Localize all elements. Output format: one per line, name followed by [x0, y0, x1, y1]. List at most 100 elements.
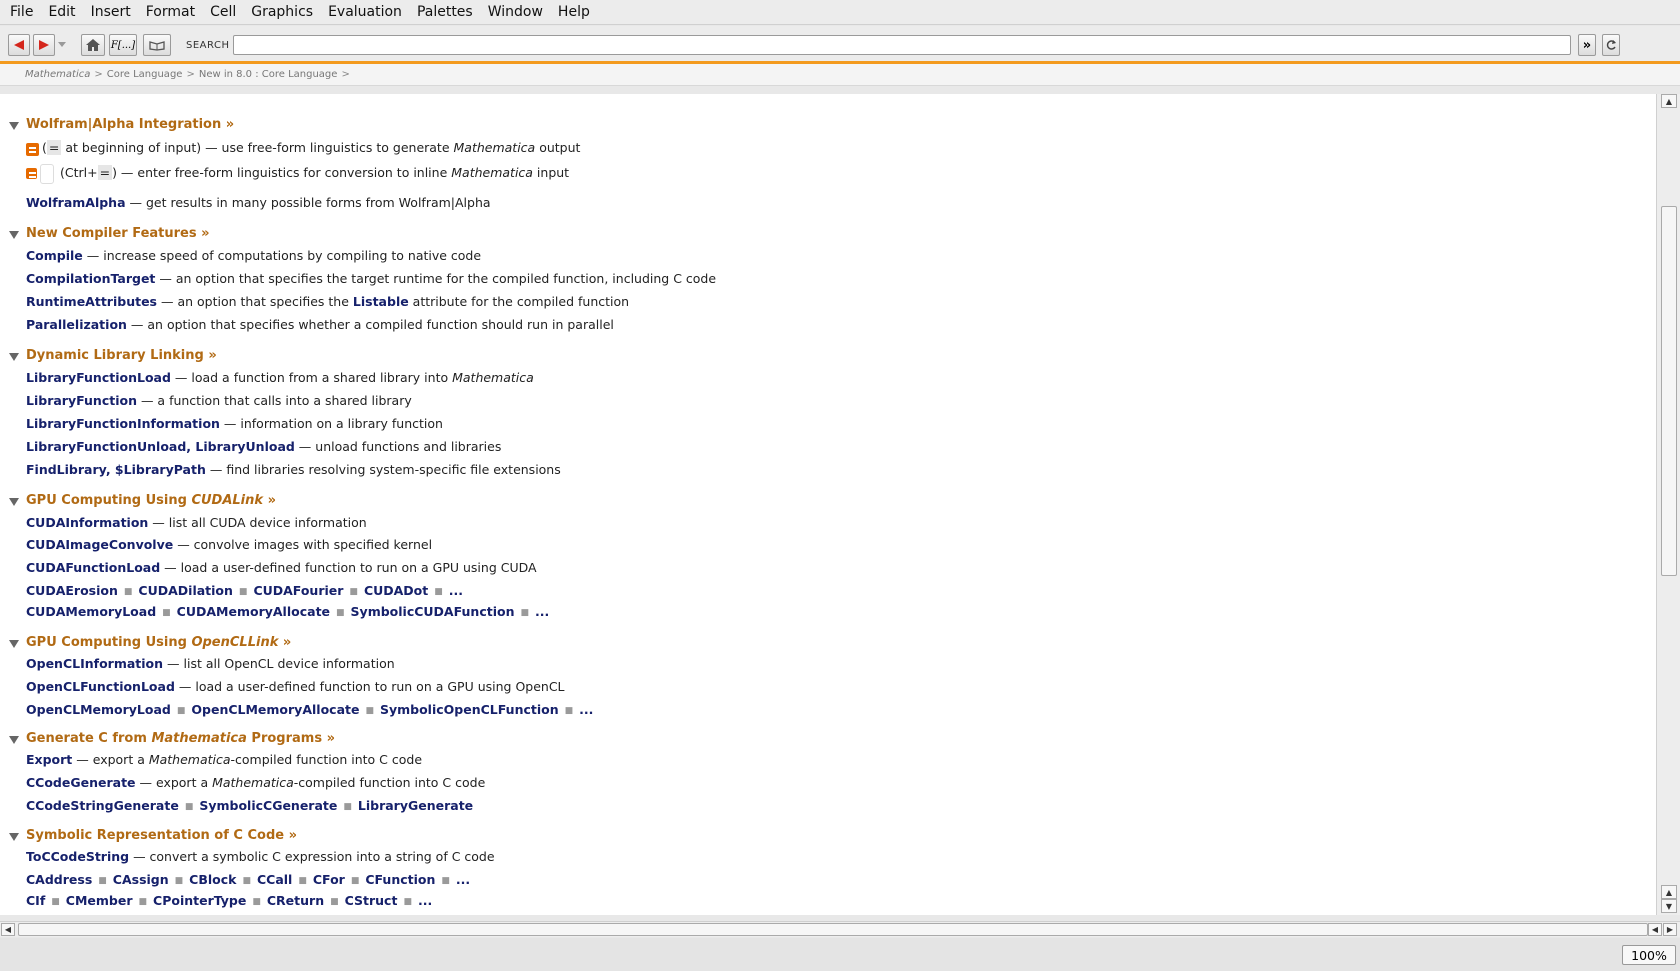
link-symboliccgenerate[interactable]: SymbolicCGenerate	[199, 798, 337, 813]
link-cudadilation[interactable]: CUDADilation	[138, 583, 233, 598]
link-symbolicopenclfunction[interactable]: SymbolicOpenCLFunction	[380, 702, 559, 717]
function-navigator-button[interactable]: F[...]	[109, 34, 137, 56]
menu-cell[interactable]: Cell	[204, 4, 242, 20]
breadcrumb-mathematica[interactable]: Mathematica	[25, 69, 90, 80]
scroll-down-icon[interactable]: ▼	[1661, 899, 1677, 913]
section-toggle-icon[interactable]	[9, 498, 19, 506]
link-creturn[interactable]: CReturn	[267, 893, 324, 908]
section-toggle-icon[interactable]	[9, 231, 19, 239]
link-cassign[interactable]: CAssign	[113, 872, 169, 887]
horizontal-scroll-thumb[interactable]	[18, 923, 1648, 936]
link-cfunction[interactable]: CFunction	[365, 872, 435, 887]
section-toggle-icon[interactable]	[9, 353, 19, 361]
link-openclinformation[interactable]: OpenCLInformation	[26, 656, 163, 671]
menu-graphics[interactable]: Graphics	[245, 4, 319, 20]
vertical-scroll-thumb[interactable]	[1661, 206, 1677, 576]
menu-format[interactable]: Format	[140, 4, 201, 20]
wa-line-3: WolframAlpha — get results in many possi…	[26, 195, 491, 210]
link-cudadot[interactable]: CUDADot	[364, 583, 428, 598]
forward-button[interactable]	[33, 34, 55, 56]
link-openclmemoryload[interactable]: OpenCLMemoryLoad	[26, 702, 171, 717]
link-cpointertype[interactable]: CPointerType	[153, 893, 246, 908]
link-compile[interactable]: Compile	[26, 248, 83, 263]
section-toggle-icon[interactable]	[9, 122, 19, 130]
scroll-up-icon[interactable]: ▲	[1661, 885, 1677, 899]
link-cudaerosion[interactable]: CUDAErosion	[26, 583, 118, 598]
link-cudafourier[interactable]: CUDAFourier	[253, 583, 343, 598]
search-go-button[interactable]: »	[1578, 34, 1596, 56]
section-symbolic-c[interactable]: Symbolic Representation of C Code »	[26, 828, 297, 843]
section-generate-c[interactable]: Generate C from Mathematica Programs »	[26, 731, 335, 746]
link-runtimeattributes[interactable]: RuntimeAttributes	[26, 294, 157, 309]
link-libraryfunctioninformation[interactable]: LibraryFunctionInformation	[26, 416, 220, 431]
link-toccodestring[interactable]: ToCCodeString	[26, 849, 129, 864]
link-cudafunctionload[interactable]: CUDAFunctionLoad	[26, 560, 160, 575]
menu-insert[interactable]: Insert	[85, 4, 137, 20]
section-toggle-icon[interactable]	[9, 736, 19, 744]
refresh-button[interactable]	[1602, 34, 1620, 56]
list-item: CUDAInformation — list all CUDA device i…	[26, 515, 367, 530]
section-cuda[interactable]: GPU Computing Using CUDALink »	[26, 493, 276, 508]
section-toggle-icon[interactable]	[9, 833, 19, 841]
more-link[interactable]: ...	[449, 583, 463, 598]
menu-palettes[interactable]: Palettes	[411, 4, 479, 20]
vertical-scrollbar[interactable]: ▲ ▲ ▼	[1656, 94, 1680, 915]
section-toggle-icon[interactable]	[9, 640, 19, 648]
section-dynamic-library[interactable]: Dynamic Library Linking »	[26, 348, 217, 363]
section-wolfram-alpha[interactable]: Wolfram|Alpha Integration »	[26, 117, 234, 132]
scroll-right-icon[interactable]: ▶	[1663, 923, 1677, 936]
home-button[interactable]	[81, 34, 105, 56]
link-libraryfunctionunload[interactable]: LibraryFunctionUnload	[26, 439, 186, 454]
more-link[interactable]: ...	[535, 604, 549, 619]
link-cudaimageconvolve[interactable]: CUDAImageConvolve	[26, 537, 173, 552]
section-opencl[interactable]: GPU Computing Using OpenCLLink »	[26, 635, 291, 650]
link-wolframalpha[interactable]: WolframAlpha	[26, 195, 126, 210]
link-libraryfunction[interactable]: LibraryFunction	[26, 393, 137, 408]
menu-edit[interactable]: Edit	[42, 4, 81, 20]
more-link[interactable]: ...	[418, 893, 432, 908]
link-cstruct[interactable]: CStruct	[345, 893, 398, 908]
link-parallelization[interactable]: Parallelization	[26, 317, 127, 332]
section-compiler[interactable]: New Compiler Features »	[26, 226, 210, 241]
link-cudainformation[interactable]: CUDAInformation	[26, 515, 148, 530]
scroll-left-icon[interactable]: ◀	[1, 923, 15, 936]
link-openclmemoryallocate[interactable]: OpenCLMemoryAllocate	[191, 702, 359, 717]
scroll-up-icon[interactable]: ▲	[1661, 94, 1677, 108]
link-export[interactable]: Export	[26, 752, 72, 767]
link-openclfunctionload[interactable]: OpenCLFunctionLoad	[26, 679, 175, 694]
guide-button[interactable]	[143, 34, 171, 56]
link-cmember[interactable]: CMember	[66, 893, 133, 908]
link-findlibrary[interactable]: FindLibrary	[26, 462, 106, 477]
breadcrumb-core-language[interactable]: Core Language	[107, 69, 183, 80]
menu-evaluation[interactable]: Evaluation	[322, 4, 408, 20]
link-cudamemoryallocate[interactable]: CUDAMemoryAllocate	[177, 604, 330, 619]
link-cfor[interactable]: CFor	[313, 872, 345, 887]
breadcrumb-new-in-8[interactable]: New in 8.0 : Core Language	[199, 69, 338, 80]
link-caddress[interactable]: CAddress	[26, 872, 92, 887]
menu-file[interactable]: File	[4, 4, 39, 20]
menu-help[interactable]: Help	[552, 4, 596, 20]
link-librarypath[interactable]: $LibraryPath	[115, 462, 206, 477]
link-cblock[interactable]: CBlock	[189, 872, 236, 887]
horizontal-scrollbar[interactable]: ◀ ◀ ▶	[0, 921, 1680, 937]
link-cif[interactable]: CIf	[26, 893, 45, 908]
link-ccall[interactable]: CCall	[257, 872, 292, 887]
link-ccodegenerate[interactable]: CCodeGenerate	[26, 775, 136, 790]
back-button[interactable]	[8, 34, 30, 56]
link-ccodestringgenerate[interactable]: CCodeStringGenerate	[26, 798, 179, 813]
zoom-selector[interactable]: 100%	[1622, 945, 1676, 965]
link-cudamemoryload[interactable]: CUDAMemoryLoad	[26, 604, 156, 619]
more-link[interactable]: ...	[456, 872, 470, 887]
scroll-left-icon[interactable]: ◀	[1648, 923, 1662, 936]
link-libraryfunctionload[interactable]: LibraryFunctionLoad	[26, 370, 171, 385]
link-libraryunload[interactable]: LibraryUnload	[195, 439, 294, 454]
link-librarygenerate[interactable]: LibraryGenerate	[358, 798, 473, 813]
list-item: OpenCLFunctionLoad — load a user-defined…	[26, 679, 565, 694]
search-input[interactable]	[233, 35, 1571, 55]
more-link[interactable]: ...	[579, 702, 593, 717]
link-compilationtarget[interactable]: CompilationTarget	[26, 271, 155, 286]
link-symboliccudafunction[interactable]: SymbolicCUDAFunction	[351, 604, 515, 619]
history-dropdown-icon[interactable]	[58, 42, 66, 47]
menu-window[interactable]: Window	[482, 4, 549, 20]
link-listable[interactable]: Listable	[353, 294, 409, 309]
